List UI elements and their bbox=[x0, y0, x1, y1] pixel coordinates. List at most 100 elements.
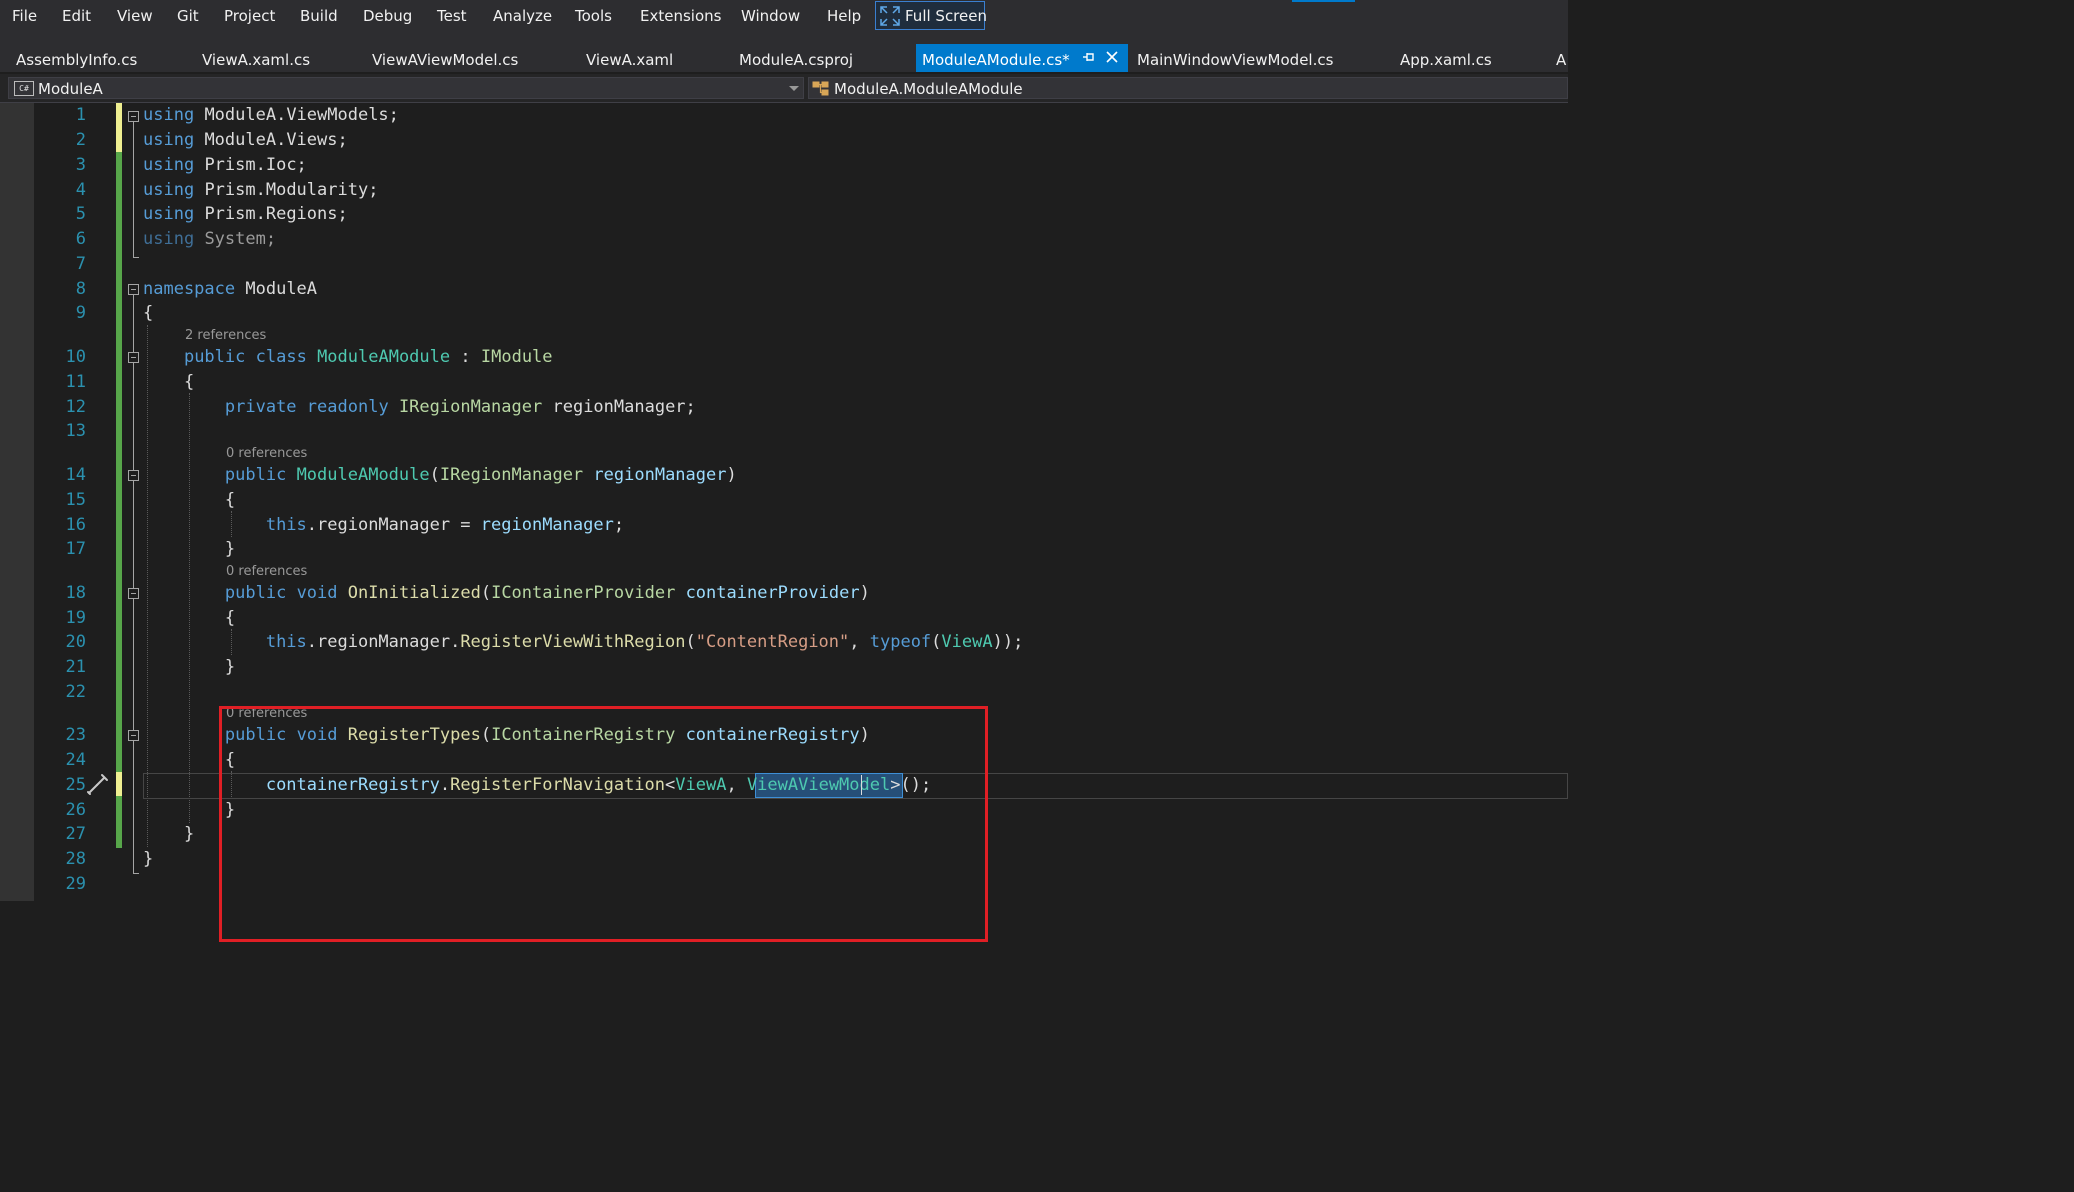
close-icon[interactable] bbox=[1105, 50, 1119, 64]
class-icon bbox=[812, 81, 829, 96]
tab-viewa-xaml[interactable]: ViewA.xaml bbox=[586, 51, 673, 69]
code-line-16[interactable]: this.regionManager = regionManager; bbox=[143, 515, 624, 535]
line-number: 23 bbox=[65, 725, 86, 745]
tab-viewa-xaml-cs[interactable]: ViewA.xaml.cs bbox=[202, 51, 310, 69]
code-line-1[interactable]: using ModuleA.ViewModels; bbox=[143, 105, 399, 125]
keyword: this bbox=[265, 632, 307, 652]
brace: { bbox=[183, 372, 195, 392]
collapse-constructor-toggle[interactable] bbox=[128, 470, 139, 481]
paren: ( bbox=[685, 632, 696, 652]
paren: ( bbox=[429, 465, 440, 485]
menu-test[interactable]: Test bbox=[437, 7, 467, 25]
menu-analyze[interactable]: Analyze bbox=[493, 7, 552, 25]
brace: { bbox=[143, 303, 154, 323]
keyword: using bbox=[143, 105, 195, 125]
csharp-project-icon: C# bbox=[14, 81, 34, 96]
menu-git[interactable]: Git bbox=[177, 7, 199, 25]
code-line-9[interactable]: { bbox=[143, 303, 153, 323]
code-line-10[interactable]: public class ModuleAModule : IModule bbox=[143, 347, 553, 367]
code-line-5[interactable]: using Prism.Regions; bbox=[143, 204, 348, 224]
line-number: 25 bbox=[65, 775, 86, 795]
keyword: using bbox=[143, 155, 195, 175]
code-line-28[interactable]: } bbox=[143, 849, 153, 869]
code-line-15[interactable]: { bbox=[143, 490, 235, 510]
codelens-references[interactable]: 0 references bbox=[226, 446, 307, 461]
brace: } bbox=[224, 539, 236, 559]
menu-tools[interactable]: Tools bbox=[575, 7, 612, 25]
code-line-8[interactable]: namespace ModuleA bbox=[143, 279, 317, 299]
class-dropdown[interactable]: ModuleA.ModuleAModule bbox=[808, 77, 1568, 99]
line-number: 20 bbox=[65, 632, 86, 652]
tab-viewaviewmodel[interactable]: ViewAViewModel.cs bbox=[372, 51, 518, 69]
code-line-19[interactable]: { bbox=[143, 608, 235, 628]
tab-app-xaml-cs[interactable]: App.xaml.cs bbox=[1400, 51, 1492, 69]
parameter-name: regionManager bbox=[480, 515, 614, 535]
code-line-21[interactable]: } bbox=[143, 657, 235, 677]
line-number: 24 bbox=[65, 750, 86, 770]
code-line-14[interactable]: public ModuleAModule(IRegionManager regi… bbox=[143, 465, 737, 485]
code-line-20[interactable]: this.regionManager.RegisterViewWithRegio… bbox=[143, 632, 1024, 652]
keyword: private bbox=[224, 397, 297, 417]
code-line-17[interactable]: } bbox=[143, 539, 235, 559]
menu-help[interactable]: Help bbox=[827, 7, 861, 25]
brace: { bbox=[224, 490, 236, 510]
menu-edit[interactable]: Edit bbox=[62, 7, 91, 25]
menu-view[interactable]: View bbox=[117, 7, 153, 25]
line-number: 13 bbox=[65, 421, 86, 441]
collapse-class-toggle[interactable] bbox=[128, 352, 139, 363]
colon: : bbox=[460, 347, 471, 367]
line-number: 10 bbox=[65, 347, 86, 367]
collapse-oninitialized-toggle[interactable] bbox=[128, 588, 139, 599]
title-accent bbox=[1292, 0, 1355, 2]
menu-file[interactable]: File bbox=[12, 7, 37, 25]
namespace-name: Prism.Modularity; bbox=[204, 180, 379, 200]
pin-icon[interactable] bbox=[1082, 50, 1096, 64]
menu-extensions[interactable]: Extensions bbox=[640, 7, 721, 25]
code-line-18[interactable]: public void OnInitialized(IContainerProv… bbox=[143, 583, 870, 603]
project-dropdown[interactable]: C# ModuleA bbox=[8, 77, 804, 99]
menu-project[interactable]: Project bbox=[224, 7, 275, 25]
code-line-6[interactable]: using System; bbox=[143, 229, 276, 249]
code-editor[interactable]: 1 2 3 4 5 6 7 8 9 10 11 12 13 14 15 16 1… bbox=[0, 103, 1568, 942]
tab-assemblyinfo[interactable]: AssemblyInfo.cs bbox=[16, 51, 137, 69]
menu-window[interactable]: Window bbox=[741, 7, 800, 25]
keyword: this bbox=[265, 515, 307, 535]
line-number: 6 bbox=[75, 229, 86, 249]
code-line-27[interactable]: } bbox=[143, 824, 194, 844]
menu-debug[interactable]: Debug bbox=[363, 7, 412, 25]
line-number: 21 bbox=[65, 657, 86, 677]
tab-mainwindowviewmodel[interactable]: MainWindowViewModel.cs bbox=[1137, 51, 1333, 69]
codelens-references[interactable]: 0 references bbox=[226, 564, 307, 579]
line-number: 5 bbox=[75, 204, 86, 224]
line-number: 11 bbox=[65, 372, 86, 392]
keyword: using bbox=[143, 130, 195, 150]
menu-build[interactable]: Build bbox=[300, 7, 338, 25]
tab-overflow[interactable]: A bbox=[1556, 51, 1566, 69]
collapse-registertypes-toggle[interactable] bbox=[128, 730, 139, 741]
outline-line bbox=[133, 122, 134, 257]
collapse-usings-toggle[interactable] bbox=[128, 111, 139, 122]
paren: )); bbox=[992, 632, 1024, 652]
interface-name: IRegionManager bbox=[398, 397, 543, 417]
keyword: typeof bbox=[869, 632, 932, 652]
codelens-references[interactable]: 2 references bbox=[185, 328, 266, 343]
code-line-4[interactable]: using Prism.Modularity; bbox=[143, 180, 378, 200]
code-line-2[interactable]: using ModuleA.Views; bbox=[143, 130, 348, 150]
highlight-annotation-box bbox=[219, 706, 988, 942]
parameter-name: regionManager bbox=[593, 465, 727, 485]
tab-modulea-csproj[interactable]: ModuleA.csproj bbox=[739, 51, 853, 69]
collapse-namespace-toggle[interactable] bbox=[128, 284, 139, 295]
code-line-11[interactable]: { bbox=[143, 372, 194, 392]
tab-moduleamodule-active[interactable]: ModuleAModule.cs* bbox=[916, 44, 1128, 72]
project-dropdown-label: ModuleA bbox=[38, 80, 103, 98]
screwdriver-icon[interactable] bbox=[85, 771, 111, 797]
code-line-12[interactable]: private readonly IRegionManager regionMa… bbox=[143, 397, 696, 417]
line-number: 4 bbox=[75, 180, 86, 200]
brace: { bbox=[224, 608, 236, 628]
code-line-3[interactable]: using Prism.Ioc; bbox=[143, 155, 307, 175]
full-screen-button[interactable]: Full Screen bbox=[875, 1, 987, 30]
method-name: RegisterViewWithRegion bbox=[460, 632, 686, 652]
line-number: 2 bbox=[75, 130, 86, 150]
line-number: 14 bbox=[65, 465, 86, 485]
keyword: using bbox=[143, 180, 195, 200]
